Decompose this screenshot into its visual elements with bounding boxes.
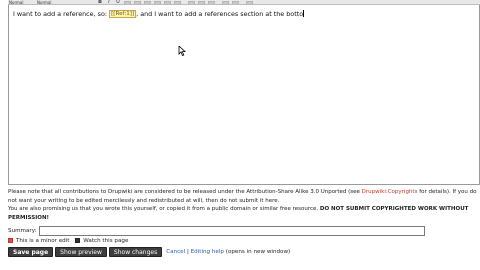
source-icon[interactable]	[246, 0, 253, 4]
editor-content: I want to add a reference, so: [[Ref:1]]…	[13, 10, 305, 19]
reference-icon[interactable]	[208, 0, 215, 4]
minor-edit-checkbox[interactable]	[8, 238, 13, 243]
edit-links: Cancel | Editing help (opens in new wind…	[166, 247, 290, 257]
edit-textarea[interactable]: I want to add a reference, so: [[Ref:1]]…	[8, 5, 480, 185]
save-page-button[interactable]: Save page	[8, 247, 54, 257]
editing-help-link[interactable]: Editing help	[191, 249, 224, 255]
outdent-icon[interactable]	[198, 0, 205, 4]
undo-icon[interactable]	[222, 0, 229, 4]
edit-options: This is a minor edit Watch this page	[8, 238, 128, 246]
reference-chip[interactable]: [[Ref:1]]	[109, 10, 137, 18]
text-caret	[303, 10, 305, 17]
mouse-pointer-icon	[178, 46, 186, 56]
cancel-link[interactable]: Cancel	[166, 249, 185, 255]
indent-icon[interactable]	[188, 0, 195, 4]
minor-edit-label: This is a minor edit	[16, 238, 70, 244]
image-icon[interactable]	[144, 0, 151, 4]
show-changes-button[interactable]: Show changes	[108, 247, 163, 257]
link-icon[interactable]	[134, 0, 141, 4]
watch-page-checkbox[interactable]	[75, 238, 81, 243]
copyright-notice: Please note that all contributions to Dr…	[8, 188, 478, 222]
help-note: (opens in new window)	[223, 249, 291, 255]
copyrights-link[interactable]: Drupwiki:Copyrights	[362, 189, 418, 195]
notice-line2-a: You are also promising us that you wrote…	[8, 206, 320, 213]
show-preview-button[interactable]: Show preview	[55, 247, 107, 257]
notice-line1-a: Please note that all contributions to Dr…	[8, 189, 362, 195]
watch-page-label: Watch this page	[83, 238, 129, 244]
summary-input[interactable]	[39, 226, 425, 236]
numbered-list-icon[interactable]	[174, 0, 181, 4]
redo-icon[interactable]	[232, 0, 239, 4]
table-icon[interactable]	[154, 0, 161, 4]
edit-buttons: Save page Show preview Show changes Cancel …	[8, 247, 290, 258]
list-icon[interactable]	[164, 0, 171, 4]
editor-text-after: , and I want to add a references section…	[136, 10, 304, 18]
editor-text-before: I want to add a reference, so:	[13, 10, 110, 18]
summary-label: Summary:	[8, 228, 37, 234]
strikethrough-icon[interactable]	[124, 0, 131, 4]
summary-row: Summary:	[8, 226, 478, 237]
